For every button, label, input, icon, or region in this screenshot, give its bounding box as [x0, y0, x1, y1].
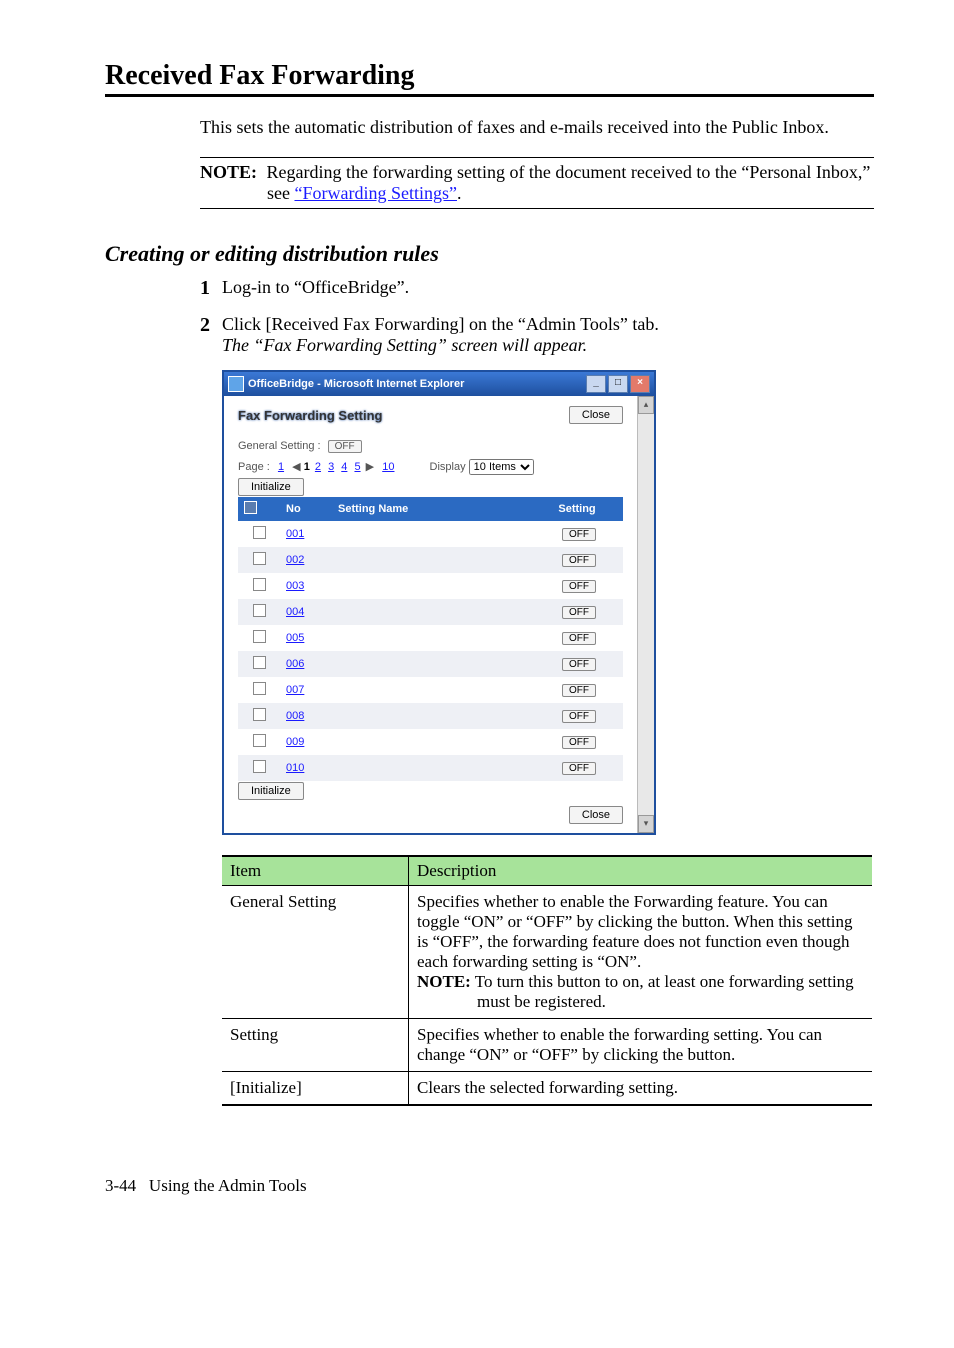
row-no-link[interactable]: 005	[286, 632, 304, 644]
step-1-number: 1	[200, 277, 222, 300]
row-setting-toggle[interactable]: OFF	[562, 684, 596, 697]
forwarding-settings-link[interactable]: “Forwarding Settings”	[294, 183, 456, 203]
display-label: Display	[430, 461, 466, 473]
close-icon[interactable]: ×	[630, 375, 650, 393]
page-link-2[interactable]: 2	[315, 461, 321, 473]
select-all-checkbox[interactable]	[244, 501, 257, 514]
step-2-number: 2	[200, 314, 222, 356]
row-checkbox[interactable]	[253, 682, 266, 695]
row-setting-toggle[interactable]: OFF	[562, 554, 596, 567]
general-setting-toggle[interactable]: OFF	[328, 440, 362, 453]
row-setting-toggle[interactable]: OFF	[562, 710, 596, 723]
row-setting-toggle[interactable]: OFF	[562, 580, 596, 593]
row-checkbox[interactable]	[253, 630, 266, 643]
intro-paragraph: This sets the automatic distribution of …	[200, 115, 874, 139]
page-link-1[interactable]: 1	[304, 461, 310, 473]
screenshot-window: OfficeBridge - Microsoft Internet Explor…	[222, 370, 656, 835]
table-row: 006 OFF	[238, 651, 623, 677]
window-titlebar: OfficeBridge - Microsoft Internet Explor…	[224, 372, 654, 396]
row-checkbox[interactable]	[253, 552, 266, 565]
table-row: 001 OFF	[238, 521, 623, 547]
maximize-icon[interactable]: □	[608, 375, 628, 393]
row-setting-toggle[interactable]: OFF	[562, 736, 596, 749]
table-row: 002 OFF	[238, 547, 623, 573]
row-checkbox[interactable]	[253, 656, 266, 669]
page-number: 3-44	[105, 1176, 136, 1195]
description-table: Item Description General Setting Specifi…	[222, 855, 872, 1106]
desc-text-general: Specifies whether to enable the Forwardi…	[409, 886, 873, 1019]
panel-title: Fax Forwarding Setting	[238, 408, 382, 423]
minimize-icon[interactable]: _	[586, 375, 606, 393]
initialize-button-top[interactable]: Initialize	[238, 478, 304, 496]
initialize-button-bottom[interactable]: Initialize	[238, 782, 304, 800]
desc-text-initialize: Clears the selected forwarding setting.	[409, 1072, 873, 1106]
row-no-link[interactable]: 010	[286, 762, 304, 774]
col-no: No	[280, 497, 332, 521]
table-row: 010 OFF	[238, 755, 623, 781]
forwarding-table: No Setting Name Setting 001 OFF 002	[238, 497, 623, 781]
table-row: 005 OFF	[238, 625, 623, 651]
row-no-link[interactable]: 001	[286, 528, 304, 540]
table-row: 009 OFF	[238, 729, 623, 755]
table-row: 003 OFF	[238, 573, 623, 599]
footer-text: Using the Admin Tools	[149, 1176, 307, 1195]
step-2-line1: Click [Received Fax Forwarding] on the “…	[222, 314, 874, 335]
page-label: Page :	[238, 461, 270, 473]
step-2: 2 Click [Received Fax Forwarding] on the…	[200, 314, 874, 356]
desc-head-item: Item	[222, 856, 409, 886]
desc-item-setting: Setting	[222, 1019, 409, 1072]
row-no-link[interactable]: 009	[286, 736, 304, 748]
row-no-link[interactable]: 007	[286, 684, 304, 696]
step-1-text: Log-in to “OfficeBridge”.	[222, 277, 874, 300]
desc-head-desc: Description	[409, 856, 873, 886]
window-title: OfficeBridge - Microsoft Internet Explor…	[248, 378, 586, 390]
step-2-line2: The “Fax Forwarding Setting” screen will…	[222, 335, 587, 355]
table-row: 007 OFF	[238, 677, 623, 703]
row-setting-toggle[interactable]: OFF	[562, 528, 596, 541]
ie-icon	[228, 376, 244, 392]
scroll-up-icon[interactable]: ▴	[638, 396, 654, 414]
section-heading: Received Fax Forwarding	[105, 60, 874, 92]
row-no-link[interactable]: 008	[286, 710, 304, 722]
page-footer: 3-44 Using the Admin Tools	[105, 1176, 874, 1196]
scroll-down-icon[interactable]: ▾	[638, 815, 654, 833]
page-last-link[interactable]: 10	[382, 461, 394, 473]
row-no-link[interactable]: 004	[286, 606, 304, 618]
row-setting-toggle[interactable]: OFF	[562, 762, 596, 775]
page-link-3[interactable]: 3	[328, 461, 334, 473]
col-setting: Setting	[531, 497, 623, 521]
note-block: NOTE: Regarding the forwarding setting o…	[200, 157, 874, 209]
table-row: 008 OFF	[238, 703, 623, 729]
desc-item-general: General Setting	[222, 886, 409, 1019]
scrollbar[interactable]: ▴ ▾	[637, 396, 654, 833]
row-no-link[interactable]: 002	[286, 554, 304, 566]
page-first-link[interactable]: 1	[278, 461, 284, 473]
row-checkbox[interactable]	[253, 578, 266, 591]
col-setting-name: Setting Name	[332, 497, 531, 521]
row-checkbox[interactable]	[253, 526, 266, 539]
row-setting-toggle[interactable]: OFF	[562, 632, 596, 645]
heading-rule	[105, 94, 874, 97]
close-button-top[interactable]: Close	[569, 406, 623, 424]
note-text-after: .	[457, 183, 462, 203]
row-checkbox[interactable]	[253, 734, 266, 747]
subsection-heading: Creating or editing distribution rules	[105, 241, 874, 267]
desc-text-setting: Specifies whether to enable the forwardi…	[409, 1019, 873, 1072]
page-link-5[interactable]: 5	[354, 461, 360, 473]
row-checkbox[interactable]	[253, 708, 266, 721]
step-1: 1 Log-in to “OfficeBridge”.	[200, 277, 874, 300]
row-no-link[interactable]: 003	[286, 580, 304, 592]
page-link-4[interactable]: 4	[341, 461, 347, 473]
close-button-bottom[interactable]: Close	[569, 806, 623, 824]
display-select[interactable]: 10 Items	[469, 459, 534, 475]
general-setting-label: General Setting :	[238, 440, 321, 452]
table-row: 004 OFF	[238, 599, 623, 625]
desc-item-initialize: [Initialize]	[222, 1072, 409, 1106]
row-setting-toggle[interactable]: OFF	[562, 606, 596, 619]
row-checkbox[interactable]	[253, 760, 266, 773]
row-no-link[interactable]: 006	[286, 658, 304, 670]
row-setting-toggle[interactable]: OFF	[562, 658, 596, 671]
note-label: NOTE:	[200, 162, 262, 183]
row-checkbox[interactable]	[253, 604, 266, 617]
